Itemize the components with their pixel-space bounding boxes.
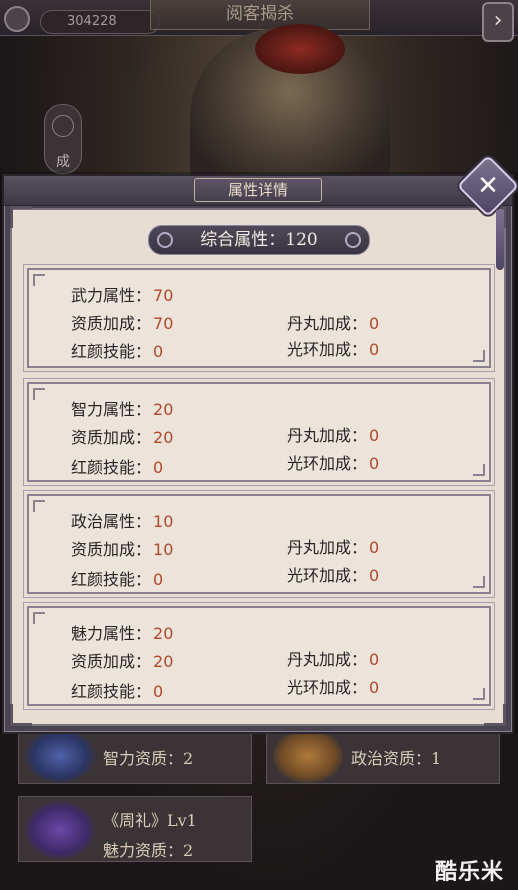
danwan-label: 丹丸加成： <box>287 314 368 333</box>
watermark: 酷乐米 <box>434 860 504 885</box>
helmet-plume <box>255 24 345 74</box>
zizhi-value: 20 <box>153 652 174 671</box>
card-zhouli-stat: 魅力资质：2 <box>103 841 194 860</box>
hongyan-value: 0 <box>153 682 164 701</box>
next-arrow-button[interactable]: › <box>482 2 514 42</box>
corner-ornament <box>10 704 32 726</box>
zhili-emblem-icon <box>25 729 95 783</box>
attribute-value: 20 <box>153 624 174 643</box>
guanghuan-label: 光环加成： <box>287 340 368 359</box>
attribute-panel-zhengzhi: 政治属性： 10 资质加成： 10 丹丸加成： 0 红颜技能： 0 光环加成： 0 <box>27 494 491 594</box>
attribute-panel-wuli: 武力属性： 70 资质加成： 70 丹丸加成： 0 红颜技能： 0 光环加成： 0 <box>27 268 491 368</box>
swirl-ornament-icon <box>345 232 361 248</box>
hongyan-label: 红颜技能： <box>71 682 152 701</box>
attribute-name: 魅力属性： <box>71 624 152 643</box>
guanghuan-value: 0 <box>369 340 380 359</box>
card-zhili[interactable]: 智力资质：2 <box>18 729 252 784</box>
danwan-row: 丹丸加成： 0 <box>287 310 379 334</box>
zizhi-row: 资质加成： 20 <box>71 424 173 448</box>
attribute-main-row: 魅力属性： 20 <box>71 620 173 644</box>
danwan-row: 丹丸加成： 0 <box>287 534 379 558</box>
guanghuan-value: 0 <box>369 678 380 697</box>
attribute-main-row: 政治属性： 10 <box>71 508 173 532</box>
zizhi-value: 70 <box>153 314 174 333</box>
tassel-ornament <box>496 210 504 270</box>
danwan-value: 0 <box>369 314 380 333</box>
attribute-value: 10 <box>153 512 174 531</box>
zizhi-label: 资质加成： <box>71 652 152 671</box>
swirl-ornament-icon <box>157 232 173 248</box>
attribute-name: 政治属性： <box>71 512 152 531</box>
side-badge[interactable]: 成 <box>44 104 82 174</box>
danwan-label: 丹丸加成： <box>287 538 368 557</box>
guanghuan-label: 光环加成： <box>287 678 368 697</box>
card-zhengzhi[interactable]: 政治资质：1 <box>266 729 500 784</box>
hongyan-row: 红颜技能： 0 <box>71 678 163 702</box>
zizhi-label: 资质加成： <box>71 428 152 447</box>
danwan-row: 丹丸加成： 0 <box>287 422 379 446</box>
guanghuan-value: 0 <box>369 566 380 585</box>
danwan-label: 丹丸加成： <box>287 650 368 669</box>
hongyan-value: 0 <box>153 570 164 589</box>
guanghuan-row: 光环加成： 0 <box>287 450 379 474</box>
screen-title: 阅客揭杀 <box>150 0 370 30</box>
guanghuan-row: 光环加成： 0 <box>287 336 379 360</box>
attribute-value: 70 <box>153 286 174 305</box>
attribute-name: 武力属性： <box>71 286 152 305</box>
hongyan-label: 红颜技能： <box>71 458 152 477</box>
guanghuan-value: 0 <box>369 454 380 473</box>
danwan-row: 丹丸加成： 0 <box>287 646 379 670</box>
total-label: 综合属性： <box>200 230 286 250</box>
hongyan-row: 红颜技能： 0 <box>71 566 163 590</box>
total-attribute-banner: 综合属性：120 <box>148 225 370 255</box>
attribute-main-row: 智力属性： 20 <box>71 396 173 420</box>
attribute-panel-meili: 魅力属性： 20 资质加成： 20 丹丸加成： 0 红颜技能： 0 光环加成： 0 <box>27 606 491 706</box>
zizhi-value: 10 <box>153 540 174 559</box>
corner-ornament <box>484 704 506 726</box>
guanghuan-row: 光环加成： 0 <box>287 674 379 698</box>
card-zhengzhi-text: 政治资质：1 <box>351 749 442 768</box>
modal-title: 属性详情 <box>194 178 322 202</box>
attribute-name: 智力属性： <box>71 400 152 419</box>
guanghuan-label: 光环加成： <box>287 566 368 585</box>
guanghuan-row: 光环加成： 0 <box>287 562 379 586</box>
side-badge-label: 成 <box>56 154 70 170</box>
corner-ornament <box>10 206 32 228</box>
guanghuan-label: 光环加成： <box>287 454 368 473</box>
attribute-panel-zhili: 智力属性： 20 资质加成： 20 丹丸加成： 0 红颜技能： 0 光环加成： 0 <box>27 382 491 482</box>
badge-circle-icon <box>52 115 74 137</box>
card-zhouli-book: 《周礼》Lv1 <box>103 811 197 830</box>
zizhi-label: 资质加成： <box>71 540 152 559</box>
zhengzhi-emblem-icon <box>273 729 343 783</box>
attribute-main-row: 武力属性： 70 <box>71 282 173 306</box>
coin-counter: 304228 <box>40 10 160 34</box>
total-value: 120 <box>285 230 318 250</box>
close-icon: ✕ <box>477 171 499 201</box>
danwan-value: 0 <box>369 426 380 445</box>
hongyan-row: 红颜技能： 0 <box>71 454 163 478</box>
hongyan-row: 红颜技能： 0 <box>71 338 163 362</box>
zizhi-row: 资质加成： 20 <box>71 648 173 672</box>
zizhi-row: 资质加成： 10 <box>71 536 173 560</box>
hongyan-value: 0 <box>153 342 164 361</box>
hongyan-label: 红颜技能： <box>71 570 152 589</box>
back-icon[interactable] <box>4 6 30 32</box>
hongyan-value: 0 <box>153 458 164 477</box>
card-zhouli[interactable]: 《周礼》Lv1 魅力资质：2 <box>18 796 252 862</box>
zizhi-row: 资质加成： 70 <box>71 310 173 334</box>
danwan-value: 0 <box>369 538 380 557</box>
danwan-label: 丹丸加成： <box>287 426 368 445</box>
zizhi-label: 资质加成： <box>71 314 152 333</box>
hongyan-label: 红颜技能： <box>71 342 152 361</box>
danwan-value: 0 <box>369 650 380 669</box>
meili-emblem-icon <box>25 801 95 859</box>
card-zhili-text: 智力资质：2 <box>103 749 194 768</box>
zizhi-value: 20 <box>153 428 174 447</box>
attribute-value: 20 <box>153 400 174 419</box>
